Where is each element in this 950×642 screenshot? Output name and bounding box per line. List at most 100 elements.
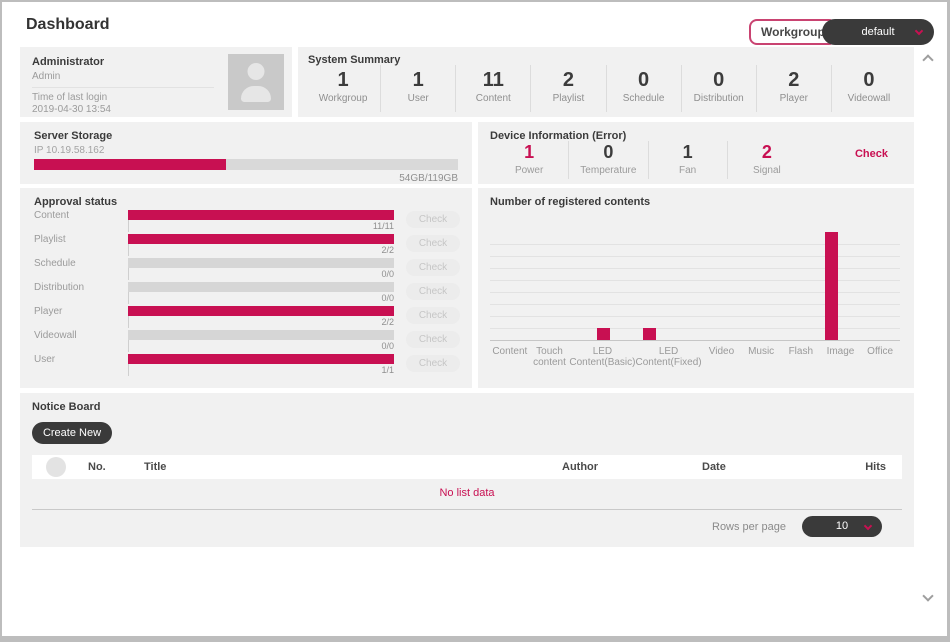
approval-bar-area: 11/11 bbox=[128, 210, 394, 234]
approval-row: Schedule0/0Check bbox=[34, 258, 460, 282]
chart-plot-area bbox=[490, 233, 900, 341]
approval-row: Player2/2 Check bbox=[34, 306, 460, 330]
chart-category-label: Music bbox=[741, 346, 781, 368]
summary-stat-value: 2 bbox=[757, 68, 831, 92]
workgroup-select[interactable]: default bbox=[822, 19, 934, 45]
summary-stat: 2Player bbox=[756, 65, 831, 112]
chevron-down-icon bbox=[915, 27, 923, 35]
chart-bars bbox=[490, 233, 900, 340]
approval-bar-value: 2/2 bbox=[128, 316, 394, 328]
approval-bar bbox=[128, 330, 394, 340]
summary-stat: 0Videowall bbox=[831, 65, 906, 112]
device-stat-label: Signal bbox=[728, 165, 806, 176]
chart-category-label: LED Content(Fixed) bbox=[635, 346, 701, 368]
approval-bar-value: 0/0 bbox=[128, 268, 394, 280]
approval-row: Content11/11 Check bbox=[34, 210, 460, 234]
approval-row-label: Content bbox=[34, 210, 128, 234]
approval-bar-area: 0/0 bbox=[128, 330, 394, 354]
device-stat: 2 Signal bbox=[727, 141, 806, 179]
chevron-down-icon bbox=[864, 522, 872, 530]
approval-bar-value: 0/0 bbox=[128, 292, 394, 304]
approval-check-button[interactable]: Check bbox=[406, 331, 460, 348]
empty-list-message: No list data bbox=[20, 487, 914, 499]
system-summary-stats: 1Workgroup1User11Content2Playlist0Schedu… bbox=[306, 65, 906, 112]
approval-row: User1/1Check bbox=[34, 354, 460, 378]
approval-row-label: Videowall bbox=[34, 330, 128, 354]
chart-category-label: Content bbox=[490, 346, 530, 368]
divider bbox=[32, 87, 214, 88]
rows-per-page-label: Rows per page bbox=[712, 521, 786, 533]
approval-check-button[interactable]: Check bbox=[406, 259, 460, 276]
approval-check-button[interactable]: Check bbox=[406, 211, 460, 228]
approval-bar bbox=[128, 282, 394, 292]
approval-bar-area: 2/2 bbox=[128, 306, 394, 330]
approval-check-button[interactable]: Check bbox=[406, 355, 460, 372]
device-stat-label: Fan bbox=[649, 165, 727, 176]
chart-bar-column bbox=[809, 232, 855, 340]
rows-per-page-select[interactable]: 10 bbox=[802, 516, 882, 537]
chart-title: Number of registered contents bbox=[490, 196, 902, 208]
registered-contents-panel: Number of registered contents ContentTou… bbox=[478, 188, 914, 388]
summary-stat-value: 1 bbox=[306, 68, 380, 92]
chart-bar-column bbox=[581, 328, 627, 340]
administrator-name: Admin bbox=[32, 71, 214, 82]
device-stat-label: Temperature bbox=[569, 165, 647, 176]
avatar bbox=[228, 54, 284, 110]
divider bbox=[32, 509, 902, 510]
summary-stat-label: Player bbox=[757, 93, 831, 104]
approval-row: Playlist2/2 Check bbox=[34, 234, 460, 258]
summary-stat-value: 0 bbox=[607, 68, 681, 92]
approval-row: Distribution0/0Check bbox=[34, 282, 460, 306]
device-check-link[interactable]: Check bbox=[855, 148, 888, 160]
approval-check-button[interactable]: Check bbox=[406, 283, 460, 300]
device-stat-value: 2 bbox=[728, 141, 806, 163]
device-stat-value: 1 bbox=[649, 141, 727, 163]
approval-row-label: Playlist bbox=[34, 234, 128, 258]
chart-bar-column bbox=[627, 328, 673, 340]
chart-bar bbox=[643, 328, 656, 340]
device-stat-value: 1 bbox=[490, 141, 568, 163]
summary-stat-value: 11 bbox=[456, 68, 530, 92]
summary-stat-label: Videowall bbox=[832, 93, 906, 104]
create-new-button[interactable]: Create New bbox=[32, 422, 112, 444]
administrator-info: Administrator Admin Time of last login 2… bbox=[32, 56, 214, 116]
chart-x-labels: ContentTouch contentLED Content(Basic)LE… bbox=[490, 346, 900, 368]
device-stat: 0 Temperature bbox=[568, 141, 647, 179]
summary-stat-label: Distribution bbox=[682, 93, 756, 104]
approval-bar-value: 11/11 bbox=[128, 220, 394, 232]
approval-row-label: Player bbox=[34, 306, 128, 330]
approval-bar-value: 2/2 bbox=[128, 244, 394, 256]
approval-check-button[interactable]: Check bbox=[406, 235, 460, 252]
scroll-down-icon[interactable] bbox=[922, 590, 933, 601]
summary-stat-label: Content bbox=[456, 93, 530, 104]
scroll-up-icon[interactable] bbox=[922, 54, 933, 65]
chart-category-label: LED Content(Basic) bbox=[569, 346, 635, 368]
rows-per-page: Rows per page 10 bbox=[712, 516, 882, 537]
storage-usage-text: 54GB/119GB bbox=[34, 173, 458, 184]
chart-category-label: Touch content bbox=[530, 346, 570, 368]
summary-stat: 1User bbox=[380, 65, 455, 112]
column-header-title: Title bbox=[144, 455, 166, 479]
summary-stat: 11Content bbox=[455, 65, 530, 112]
chart-bar bbox=[825, 232, 838, 340]
approval-bar-value: 1/1 bbox=[128, 364, 394, 376]
workgroup-select-value: default bbox=[861, 26, 894, 38]
column-header-hits: Hits bbox=[865, 455, 886, 479]
last-login-value: 2019-04-30 13:54 bbox=[32, 104, 214, 116]
approval-rows: Content11/11CheckPlaylist2/2CheckSchedul… bbox=[34, 210, 460, 378]
approval-status-title: Approval status bbox=[34, 196, 458, 208]
storage-bar-fill bbox=[34, 159, 226, 170]
chart-category-label: Video bbox=[702, 346, 742, 368]
column-header-author: Author bbox=[562, 455, 598, 479]
select-all-checkbox[interactable] bbox=[46, 457, 66, 477]
approval-bar bbox=[128, 258, 394, 268]
summary-stat: 0Schedule bbox=[606, 65, 681, 112]
approval-check-button[interactable]: Check bbox=[406, 307, 460, 324]
administrator-title: Administrator bbox=[32, 56, 214, 68]
chart-category-label: Image bbox=[821, 346, 861, 368]
approval-row: Videowall0/0 Check bbox=[34, 330, 460, 354]
device-stat-value: 0 bbox=[569, 141, 647, 163]
device-stat-label: Power bbox=[490, 165, 568, 176]
approval-bar-area: 0/0 bbox=[128, 282, 394, 306]
server-storage-panel: Server Storage IP 10.19.58.162 54GB/119G… bbox=[20, 122, 472, 184]
